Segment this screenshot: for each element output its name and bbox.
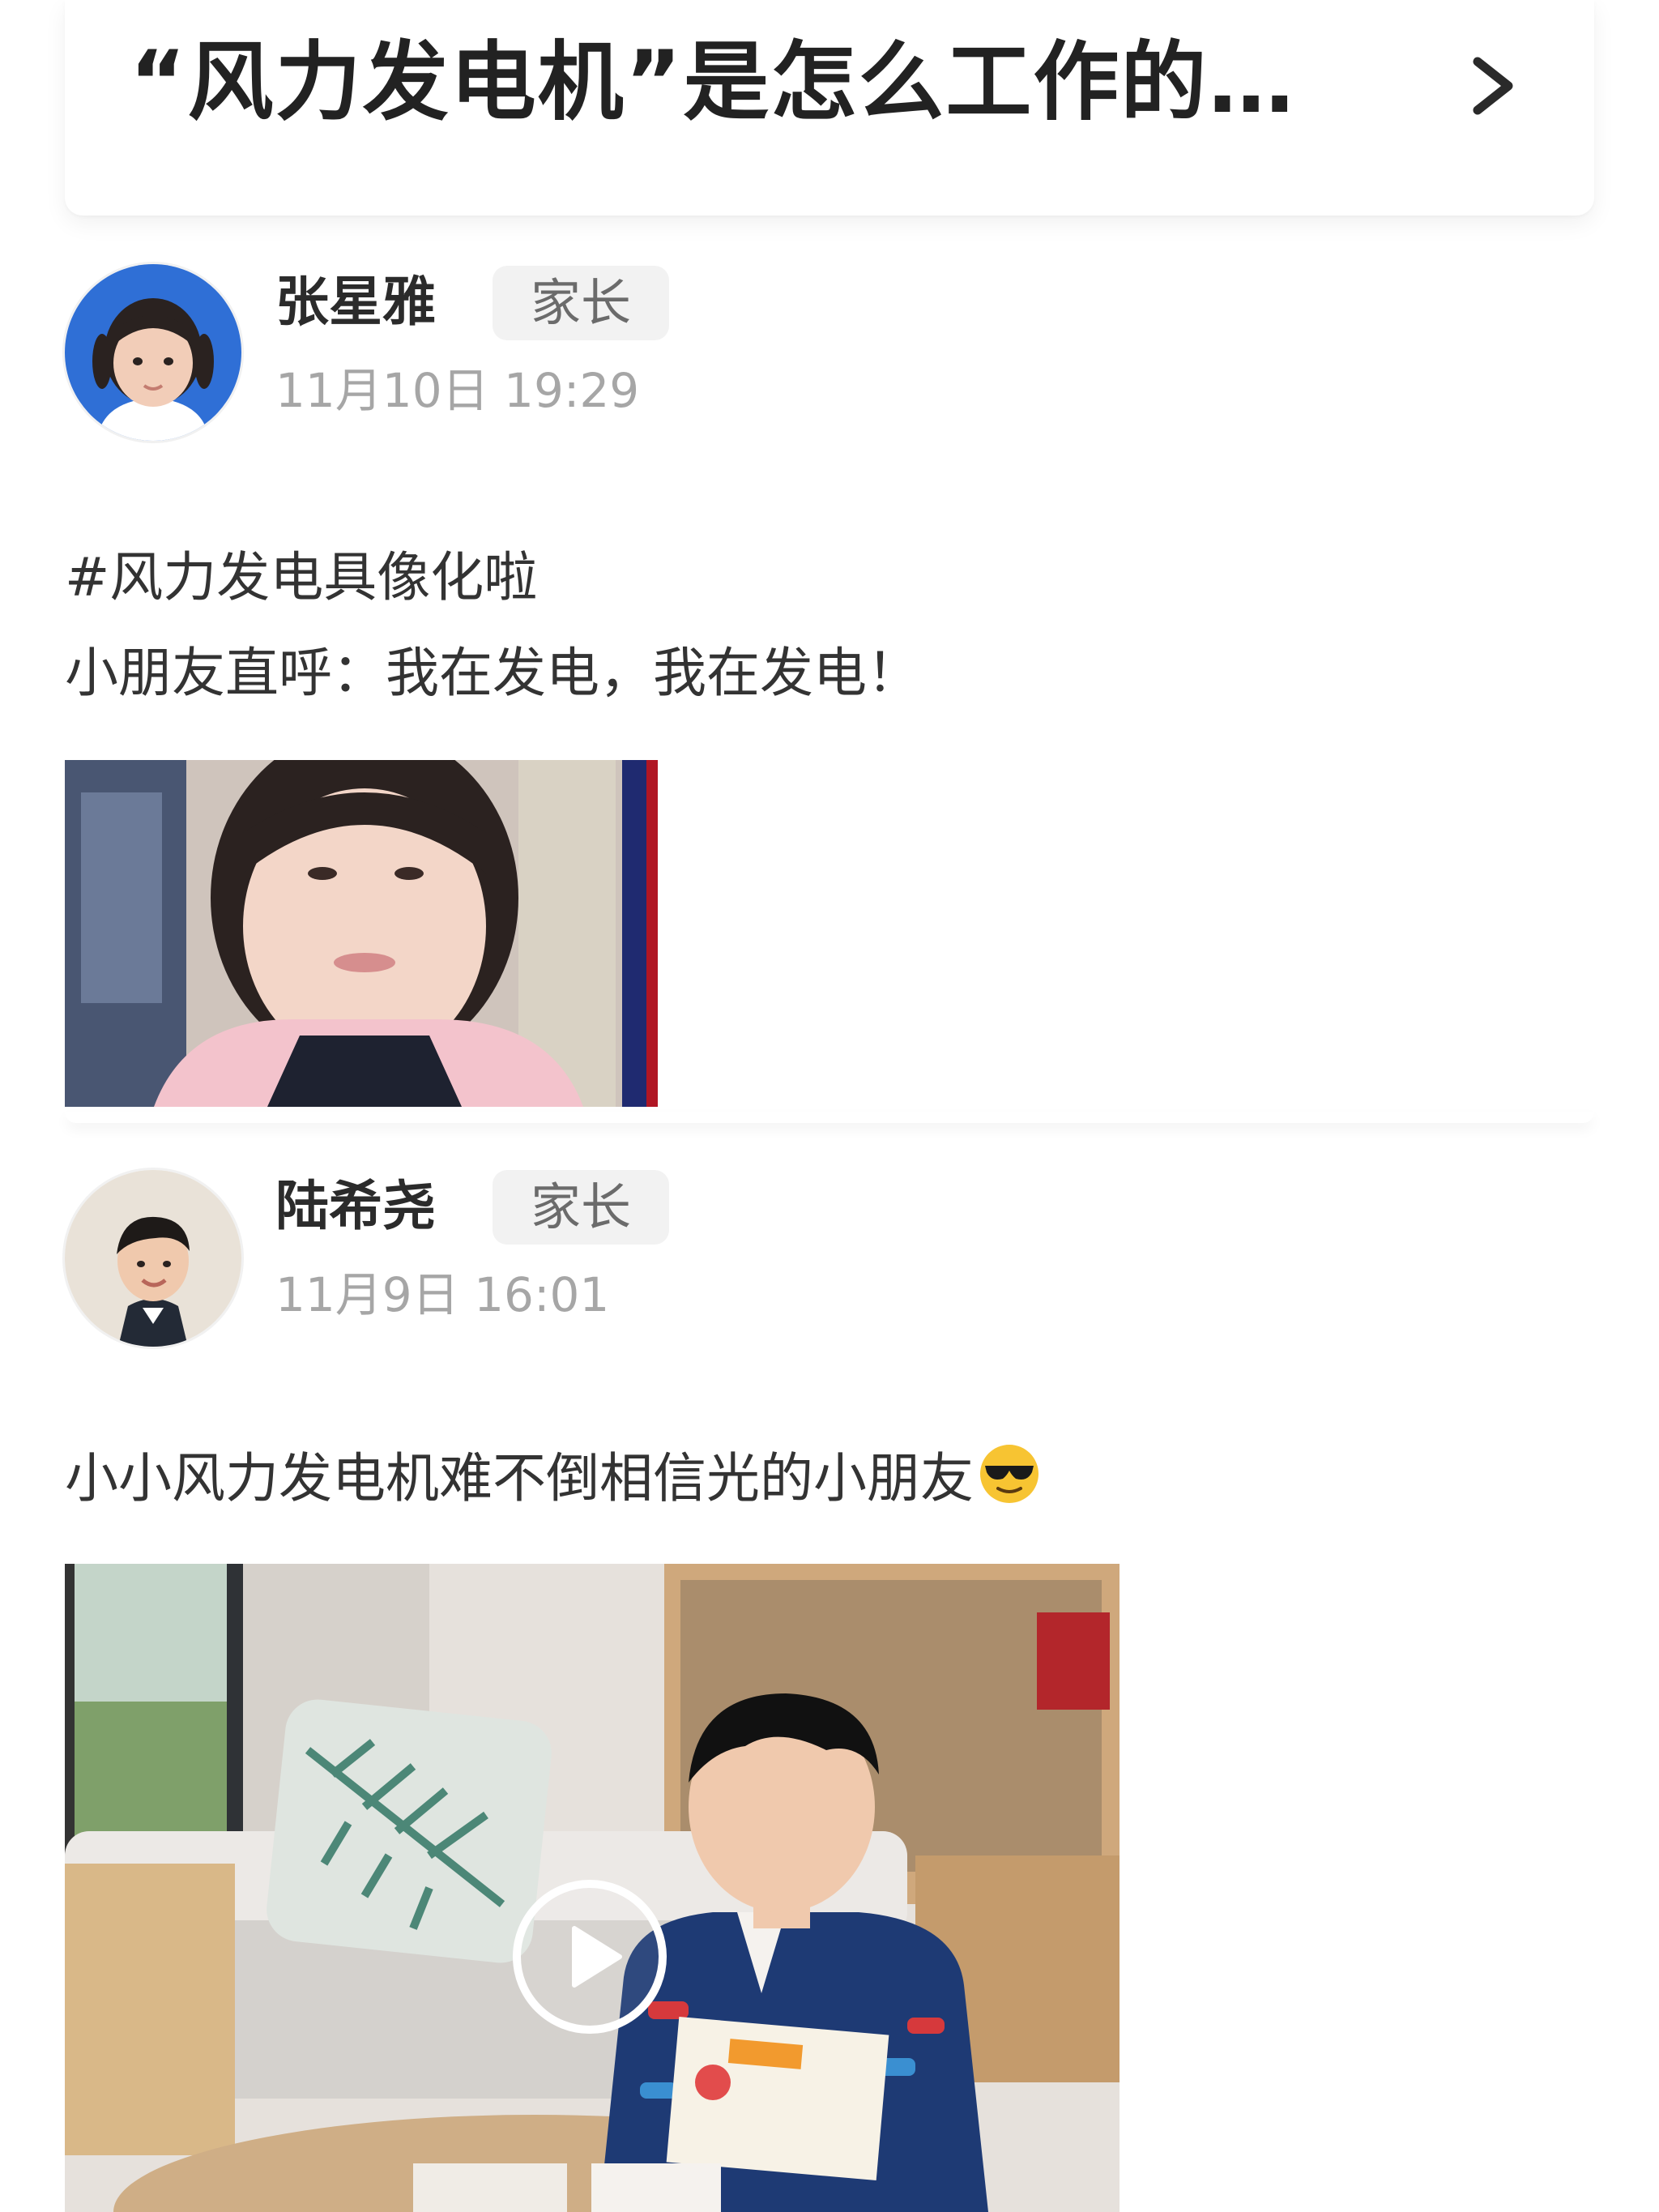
author-name[interactable]: 张星雅 bbox=[275, 266, 436, 339]
post-video[interactable] bbox=[65, 1564, 1120, 2212]
post-text-line: #风力发电具像化啦 bbox=[65, 546, 538, 609]
play-icon bbox=[572, 1926, 622, 1988]
avatar[interactable] bbox=[65, 1170, 241, 1347]
post-photo[interactable] bbox=[65, 760, 658, 1107]
role-badge: 家长 bbox=[493, 266, 669, 340]
topic-title: “风力发电机”是怎么工作的… bbox=[130, 32, 1296, 132]
chevron-right-icon[interactable] bbox=[1465, 53, 1521, 118]
post-time: 11月10日 19:29 bbox=[275, 363, 640, 418]
post-text-line: 小朋友直呼：我在发电，我在发电！ bbox=[65, 642, 920, 704]
sunglasses-face-icon bbox=[980, 1445, 1038, 1503]
play-button[interactable] bbox=[513, 1880, 667, 2034]
post-divider bbox=[65, 1112, 1594, 1123]
topic-card[interactable]: “风力发电机”是怎么工作的… bbox=[65, 0, 1594, 216]
avatar[interactable] bbox=[65, 264, 241, 441]
role-badge: 家长 bbox=[493, 1170, 669, 1245]
post-time: 11月9日 16:01 bbox=[275, 1267, 610, 1322]
post-text-line: 小小风力发电机难不倒相信光的小朋友 bbox=[65, 1431, 1040, 1527]
author-name[interactable]: 陆希尧 bbox=[275, 1170, 436, 1243]
post-text: 小小风力发电机难不倒相信光的小朋友 bbox=[65, 1447, 974, 1510]
